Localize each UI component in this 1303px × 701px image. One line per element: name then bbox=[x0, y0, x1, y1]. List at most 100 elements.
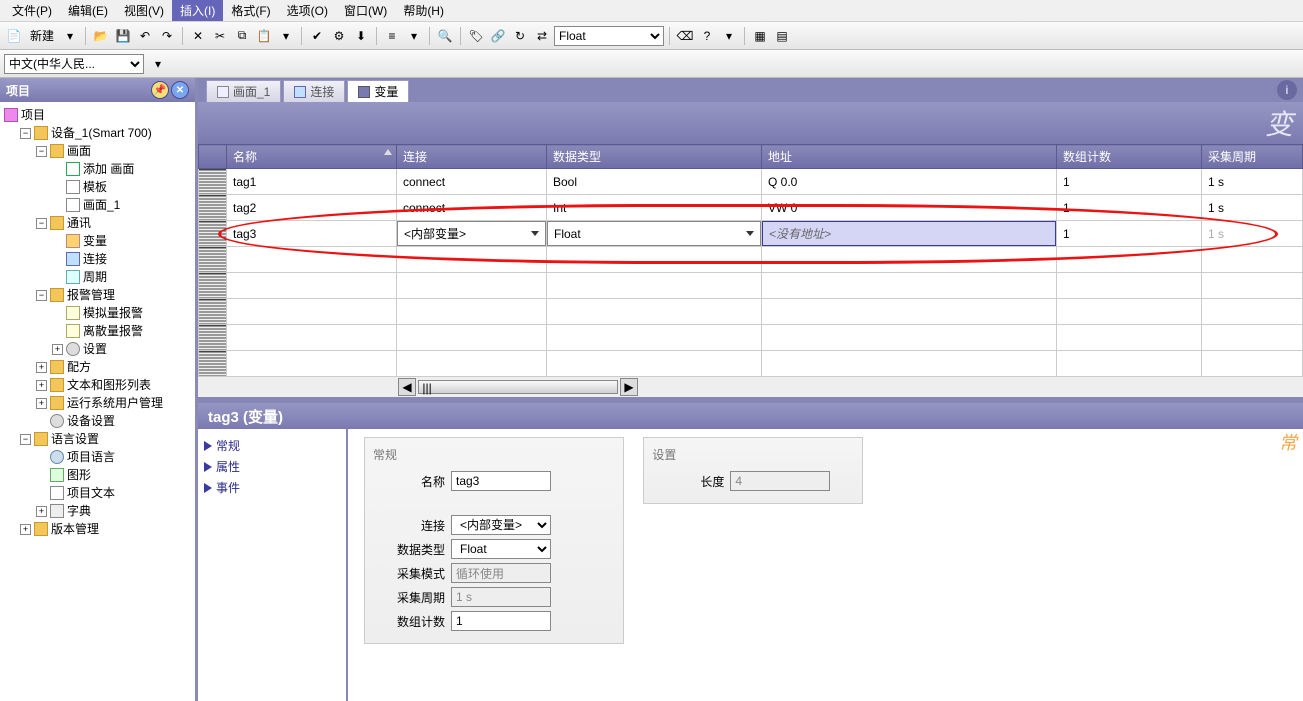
tab-connection[interactable]: 连接 bbox=[283, 80, 345, 102]
menu-insert[interactable]: 插入(I) bbox=[172, 0, 223, 21]
tree-versioning[interactable]: 版本管理 bbox=[51, 520, 99, 538]
help-dropdown-icon[interactable]: ▾ bbox=[719, 26, 739, 46]
tree-graphics[interactable]: 图形 bbox=[67, 466, 91, 484]
menu-window[interactable]: 窗口(W) bbox=[336, 0, 395, 21]
tree-recipes[interactable]: 配方 bbox=[67, 358, 91, 376]
sync-icon[interactable]: ⇄ bbox=[532, 26, 552, 46]
cut-icon[interactable]: ✂ bbox=[210, 26, 230, 46]
menu-help[interactable]: 帮助(H) bbox=[395, 0, 452, 21]
horizontal-scrollbar[interactable]: ◀ ||| ▶ bbox=[198, 377, 1303, 397]
conn-combo[interactable]: <内部变量> bbox=[397, 221, 547, 247]
expand-icon[interactable]: + bbox=[52, 344, 63, 355]
tree-device-settings[interactable]: 设备设置 bbox=[67, 412, 115, 430]
tree-alarms[interactable]: 报警管理 bbox=[67, 286, 115, 304]
tree-discrete-alarm[interactable]: 离散量报警 bbox=[83, 322, 143, 340]
type-combo[interactable]: Float bbox=[547, 221, 762, 247]
tree-screen-1[interactable]: 画面_1 bbox=[83, 196, 120, 214]
paste-dropdown-icon[interactable]: ▾ bbox=[276, 26, 296, 46]
close-panel-icon[interactable]: ✕ bbox=[171, 81, 189, 99]
menu-view[interactable]: 视图(V) bbox=[116, 0, 172, 21]
tree-language[interactable]: 语言设置 bbox=[51, 430, 99, 448]
type-select[interactable]: Float bbox=[554, 26, 664, 46]
select-conn[interactable]: <内部变量> bbox=[451, 515, 551, 535]
find-icon[interactable]: 🔍 bbox=[435, 26, 455, 46]
col-cycle[interactable]: 采集周期 bbox=[1202, 145, 1303, 169]
pin-icon[interactable]: 📌 bbox=[151, 81, 169, 99]
collapse-icon[interactable]: − bbox=[36, 218, 47, 229]
new-icon[interactable]: 📄 bbox=[4, 26, 24, 46]
tree-template[interactable]: 模板 bbox=[83, 178, 107, 196]
check-icon[interactable]: ✔ bbox=[307, 26, 327, 46]
tab-screen[interactable]: 画面_1 bbox=[206, 80, 281, 102]
help-icon[interactable]: ? bbox=[697, 26, 717, 46]
collapse-icon[interactable]: − bbox=[36, 146, 47, 157]
table-row[interactable]: tag1 connect Bool Q 0.0 1 1 s bbox=[199, 169, 1303, 195]
collapse-icon[interactable]: − bbox=[20, 434, 31, 445]
tree-analog-alarm[interactable]: 模拟量报警 bbox=[83, 304, 143, 322]
align-dropdown-icon[interactable]: ▾ bbox=[404, 26, 424, 46]
compile-icon[interactable]: ⚙ bbox=[329, 26, 349, 46]
refresh-icon[interactable]: ↻ bbox=[510, 26, 530, 46]
tree-screens[interactable]: 画面 bbox=[67, 142, 91, 160]
input-name[interactable] bbox=[451, 471, 551, 491]
tree-add-screen[interactable]: 添加 画面 bbox=[83, 160, 134, 178]
redo-icon[interactable]: ↷ bbox=[157, 26, 177, 46]
col-conn[interactable]: 连接 bbox=[397, 145, 547, 169]
project-tree[interactable]: 项目 −设备_1(Smart 700) −画面 添加 画面 模板 画面_1 bbox=[0, 102, 195, 701]
expand-icon[interactable]: + bbox=[36, 506, 47, 517]
scroll-right-icon[interactable]: ▶ bbox=[620, 378, 638, 396]
col-name[interactable]: 名称 bbox=[227, 145, 397, 169]
tree-project-lang[interactable]: 项目语言 bbox=[67, 448, 115, 466]
expand-icon[interactable]: + bbox=[36, 380, 47, 391]
table-row-selected[interactable]: tag3 <内部变量> Float <没有地址> 1 1 s bbox=[199, 221, 1303, 247]
scroll-left-icon[interactable]: ◀ bbox=[398, 378, 416, 396]
download-icon[interactable]: ⬇ bbox=[351, 26, 371, 46]
addr-cell[interactable]: <没有地址> bbox=[762, 221, 1057, 247]
menu-edit[interactable]: 编辑(E) bbox=[60, 0, 116, 21]
tree-text-graphics[interactable]: 文本和图形列表 bbox=[67, 376, 151, 394]
props-nav-attrs[interactable]: 属性 bbox=[204, 456, 340, 477]
language-select[interactable]: 中文(中华人民... bbox=[4, 54, 144, 74]
tree-alarm-settings[interactable]: 设置 bbox=[83, 340, 107, 358]
collapse-icon[interactable]: − bbox=[36, 290, 47, 301]
tree-connection[interactable]: 连接 bbox=[83, 250, 107, 268]
link-icon[interactable]: 🔗 bbox=[488, 26, 508, 46]
open-icon[interactable]: 📂 bbox=[91, 26, 111, 46]
menu-format[interactable]: 格式(F) bbox=[223, 0, 278, 21]
col-rowhead[interactable] bbox=[199, 145, 227, 169]
align-icon[interactable]: ≡ bbox=[382, 26, 402, 46]
lang-dropdown-icon[interactable]: ▾ bbox=[148, 54, 168, 74]
tree-dictionary[interactable]: 字典 bbox=[67, 502, 91, 520]
expand-icon[interactable]: + bbox=[36, 362, 47, 373]
undo-icon[interactable]: ↶ bbox=[135, 26, 155, 46]
table-row[interactable]: tag2 connect Int VW 0 1 1 s bbox=[199, 195, 1303, 221]
tree-runtime-users[interactable]: 运行系统用户管理 bbox=[67, 394, 163, 412]
tag-icon[interactable]: 🏷 bbox=[466, 26, 486, 46]
expand-icon[interactable]: + bbox=[20, 524, 31, 535]
scroll-thumb[interactable]: ||| bbox=[418, 380, 618, 394]
col-addr[interactable]: 地址 bbox=[762, 145, 1057, 169]
input-arrcount[interactable] bbox=[451, 611, 551, 631]
paste-icon[interactable]: 📋 bbox=[254, 26, 274, 46]
props-nav-general[interactable]: 常规 bbox=[204, 435, 340, 456]
tree-cycle[interactable]: 周期 bbox=[83, 268, 107, 286]
expand-icon[interactable]: + bbox=[36, 398, 47, 409]
col-type[interactable]: 数据类型 bbox=[547, 145, 762, 169]
props-nav-events[interactable]: 事件 bbox=[204, 477, 340, 498]
grid2-icon[interactable]: ▤ bbox=[772, 26, 792, 46]
tree-variables[interactable]: 变量 bbox=[83, 232, 107, 250]
grid-icon[interactable]: ▦ bbox=[750, 26, 770, 46]
new-dropdown-icon[interactable]: ▾ bbox=[60, 26, 80, 46]
col-arrcount[interactable]: 数组计数 bbox=[1057, 145, 1202, 169]
tree-project-texts[interactable]: 项目文本 bbox=[67, 484, 115, 502]
menu-options[interactable]: 选项(O) bbox=[279, 0, 336, 21]
tree-comm[interactable]: 通讯 bbox=[67, 214, 91, 232]
tree-root[interactable]: 项目 bbox=[21, 106, 45, 124]
collapse-icon[interactable]: − bbox=[20, 128, 31, 139]
tree-device[interactable]: 设备_1(Smart 700) bbox=[51, 124, 152, 142]
info-icon[interactable]: i bbox=[1277, 80, 1297, 100]
save-icon[interactable]: 💾 bbox=[113, 26, 133, 46]
menu-file[interactable]: 文件(P) bbox=[4, 0, 60, 21]
eraser-icon[interactable]: ⌫ bbox=[675, 26, 695, 46]
select-type[interactable]: Float bbox=[451, 539, 551, 559]
